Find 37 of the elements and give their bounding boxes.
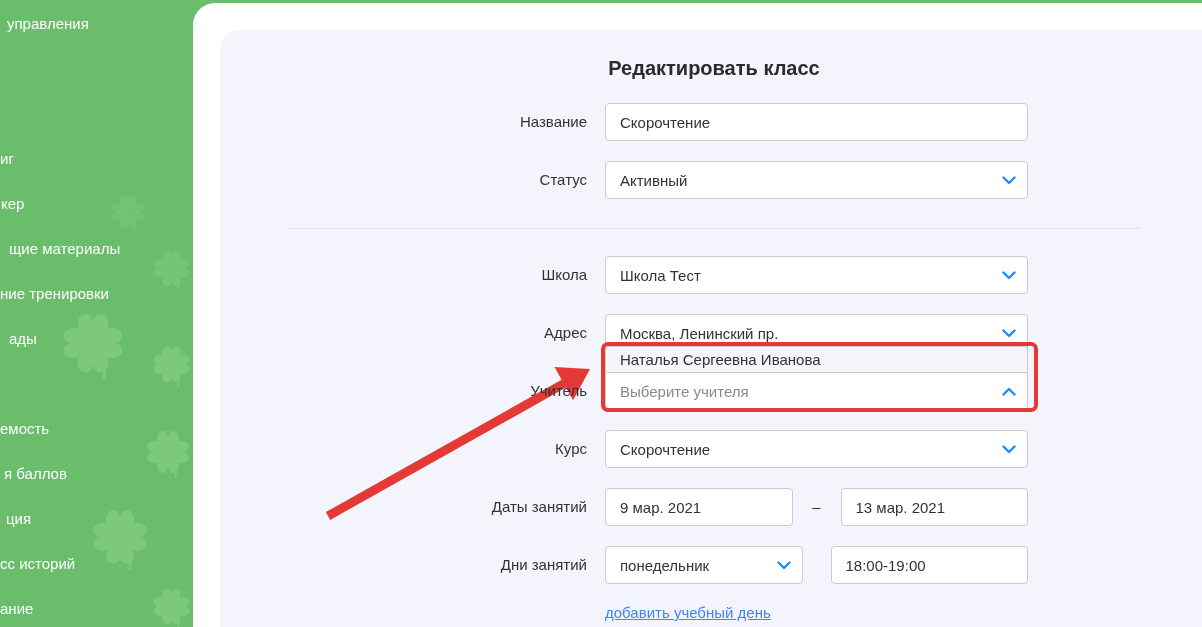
sidebar-item[interactable]: сс историй (0, 554, 76, 574)
field-label: Адрес (544, 323, 587, 343)
sidebar-item[interactable]: я баллов (4, 464, 67, 484)
sidebar-item[interactable]: ады (9, 329, 37, 349)
chevron-down-icon (1002, 270, 1016, 280)
add-day-link[interactable]: добавить учебный день (605, 604, 771, 622)
chevron-up-icon (1002, 386, 1016, 396)
range-dash: – (811, 497, 822, 517)
field-label: Дни занятий (500, 555, 587, 575)
sidebar-item[interactable]: иг (0, 149, 14, 169)
text-field[interactable]: 9 мар. 2021 (605, 488, 793, 526)
sidebar-item[interactable]: емость (0, 419, 50, 439)
select-field[interactable]: Активный (605, 161, 1028, 199)
select-field[interactable]: Выберите учителя (605, 372, 1028, 410)
dropdown-option[interactable]: Наталья Сергеевна Иванова (606, 347, 1027, 372)
chevron-down-icon (1002, 175, 1016, 185)
select-field[interactable]: Школа Тест (605, 256, 1028, 294)
sidebar-item[interactable]: ание (0, 599, 34, 619)
text-field[interactable]: Скорочтение (605, 103, 1028, 141)
field-label: Статус (539, 170, 587, 190)
sidebar-item[interactable]: щие материалы (9, 239, 121, 259)
chevron-down-icon (1002, 328, 1016, 338)
select-field[interactable]: Скорочтение (605, 430, 1028, 468)
text-field[interactable]: 13 мар. 2021 (840, 488, 1028, 526)
form-title: Редактировать класс (608, 56, 820, 80)
chevron-down-icon (776, 560, 791, 570)
select-field[interactable]: понедельник (605, 546, 803, 584)
sidebar-item[interactable]: ние тренировки (0, 284, 109, 304)
field-label: Название (519, 112, 587, 132)
field-label: Школа (541, 265, 587, 285)
sidebar-item[interactable]: кер (1, 194, 25, 214)
field-label: Курс (555, 439, 587, 459)
text-field[interactable]: 18:00-19:00 (830, 546, 1028, 584)
chevron-down-icon (1002, 444, 1016, 454)
field-label: Даты занятий (491, 497, 587, 517)
sidebar-item[interactable]: ция (6, 509, 32, 529)
sidebar-item[interactable]: управления (7, 14, 89, 34)
